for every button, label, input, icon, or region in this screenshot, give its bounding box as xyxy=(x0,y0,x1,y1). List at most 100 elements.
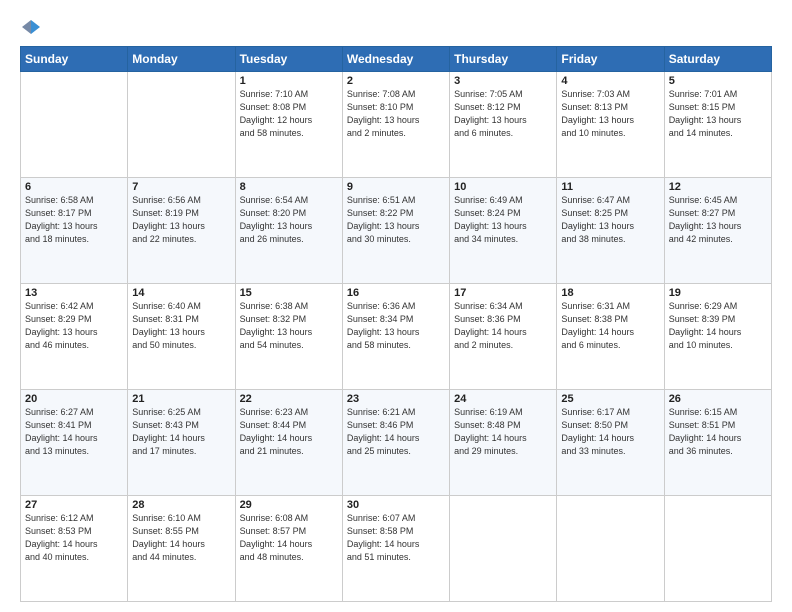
day-info: Sunrise: 6:51 AM Sunset: 8:22 PM Dayligh… xyxy=(347,194,445,246)
calendar-cell: 7Sunrise: 6:56 AM Sunset: 8:19 PM Daylig… xyxy=(128,178,235,284)
calendar-week-1: 1Sunrise: 7:10 AM Sunset: 8:08 PM Daylig… xyxy=(21,72,772,178)
day-info: Sunrise: 6:19 AM Sunset: 8:48 PM Dayligh… xyxy=(454,406,552,458)
day-number: 16 xyxy=(347,287,445,299)
day-number: 9 xyxy=(347,181,445,193)
day-info: Sunrise: 6:34 AM Sunset: 8:36 PM Dayligh… xyxy=(454,300,552,352)
day-number: 19 xyxy=(669,287,767,299)
day-header-monday: Monday xyxy=(128,47,235,72)
calendar-cell: 6Sunrise: 6:58 AM Sunset: 8:17 PM Daylig… xyxy=(21,178,128,284)
calendar-cell: 3Sunrise: 7:05 AM Sunset: 8:12 PM Daylig… xyxy=(450,72,557,178)
day-number: 27 xyxy=(25,499,123,511)
day-header-thursday: Thursday xyxy=(450,47,557,72)
day-info: Sunrise: 6:17 AM Sunset: 8:50 PM Dayligh… xyxy=(561,406,659,458)
day-info: Sunrise: 6:12 AM Sunset: 8:53 PM Dayligh… xyxy=(25,512,123,564)
calendar-cell: 24Sunrise: 6:19 AM Sunset: 8:48 PM Dayli… xyxy=(450,390,557,496)
day-info: Sunrise: 6:49 AM Sunset: 8:24 PM Dayligh… xyxy=(454,194,552,246)
calendar-week-3: 13Sunrise: 6:42 AM Sunset: 8:29 PM Dayli… xyxy=(21,284,772,390)
calendar-cell: 26Sunrise: 6:15 AM Sunset: 8:51 PM Dayli… xyxy=(664,390,771,496)
calendar-cell: 14Sunrise: 6:40 AM Sunset: 8:31 PM Dayli… xyxy=(128,284,235,390)
day-info: Sunrise: 7:03 AM Sunset: 8:13 PM Dayligh… xyxy=(561,88,659,140)
day-info: Sunrise: 7:01 AM Sunset: 8:15 PM Dayligh… xyxy=(669,88,767,140)
calendar-cell: 4Sunrise: 7:03 AM Sunset: 8:13 PM Daylig… xyxy=(557,72,664,178)
day-info: Sunrise: 6:45 AM Sunset: 8:27 PM Dayligh… xyxy=(669,194,767,246)
day-info: Sunrise: 7:08 AM Sunset: 8:10 PM Dayligh… xyxy=(347,88,445,140)
calendar-cell: 19Sunrise: 6:29 AM Sunset: 8:39 PM Dayli… xyxy=(664,284,771,390)
calendar-cell: 15Sunrise: 6:38 AM Sunset: 8:32 PM Dayli… xyxy=(235,284,342,390)
calendar-cell: 27Sunrise: 6:12 AM Sunset: 8:53 PM Dayli… xyxy=(21,496,128,602)
day-info: Sunrise: 6:10 AM Sunset: 8:55 PM Dayligh… xyxy=(132,512,230,564)
calendar-cell xyxy=(21,72,128,178)
day-info: Sunrise: 7:10 AM Sunset: 8:08 PM Dayligh… xyxy=(240,88,338,140)
page: SundayMondayTuesdayWednesdayThursdayFrid… xyxy=(0,0,792,612)
calendar-cell: 11Sunrise: 6:47 AM Sunset: 8:25 PM Dayli… xyxy=(557,178,664,284)
day-info: Sunrise: 6:27 AM Sunset: 8:41 PM Dayligh… xyxy=(25,406,123,458)
day-number: 8 xyxy=(240,181,338,193)
calendar-week-5: 27Sunrise: 6:12 AM Sunset: 8:53 PM Dayli… xyxy=(21,496,772,602)
calendar-cell: 22Sunrise: 6:23 AM Sunset: 8:44 PM Dayli… xyxy=(235,390,342,496)
day-number: 1 xyxy=(240,75,338,87)
logo-flag-icon xyxy=(22,18,40,36)
day-number: 18 xyxy=(561,287,659,299)
calendar-cell: 23Sunrise: 6:21 AM Sunset: 8:46 PM Dayli… xyxy=(342,390,449,496)
day-number: 28 xyxy=(132,499,230,511)
day-info: Sunrise: 6:29 AM Sunset: 8:39 PM Dayligh… xyxy=(669,300,767,352)
day-info: Sunrise: 6:56 AM Sunset: 8:19 PM Dayligh… xyxy=(132,194,230,246)
calendar-cell: 21Sunrise: 6:25 AM Sunset: 8:43 PM Dayli… xyxy=(128,390,235,496)
calendar-cell xyxy=(128,72,235,178)
day-number: 25 xyxy=(561,393,659,405)
calendar-cell: 16Sunrise: 6:36 AM Sunset: 8:34 PM Dayli… xyxy=(342,284,449,390)
day-info: Sunrise: 6:47 AM Sunset: 8:25 PM Dayligh… xyxy=(561,194,659,246)
day-number: 20 xyxy=(25,393,123,405)
day-number: 3 xyxy=(454,75,552,87)
day-number: 4 xyxy=(561,75,659,87)
day-number: 6 xyxy=(25,181,123,193)
day-number: 12 xyxy=(669,181,767,193)
day-number: 14 xyxy=(132,287,230,299)
day-number: 5 xyxy=(669,75,767,87)
day-number: 2 xyxy=(347,75,445,87)
day-number: 30 xyxy=(347,499,445,511)
header xyxy=(20,18,772,36)
calendar-cell: 2Sunrise: 7:08 AM Sunset: 8:10 PM Daylig… xyxy=(342,72,449,178)
calendar-cell: 20Sunrise: 6:27 AM Sunset: 8:41 PM Dayli… xyxy=(21,390,128,496)
calendar-cell: 5Sunrise: 7:01 AM Sunset: 8:15 PM Daylig… xyxy=(664,72,771,178)
logo xyxy=(20,18,40,36)
calendar-cell xyxy=(557,496,664,602)
day-info: Sunrise: 7:05 AM Sunset: 8:12 PM Dayligh… xyxy=(454,88,552,140)
calendar-cell: 13Sunrise: 6:42 AM Sunset: 8:29 PM Dayli… xyxy=(21,284,128,390)
day-info: Sunrise: 6:58 AM Sunset: 8:17 PM Dayligh… xyxy=(25,194,123,246)
day-info: Sunrise: 6:40 AM Sunset: 8:31 PM Dayligh… xyxy=(132,300,230,352)
day-number: 7 xyxy=(132,181,230,193)
day-number: 13 xyxy=(25,287,123,299)
day-info: Sunrise: 6:42 AM Sunset: 8:29 PM Dayligh… xyxy=(25,300,123,352)
day-number: 24 xyxy=(454,393,552,405)
calendar-cell: 25Sunrise: 6:17 AM Sunset: 8:50 PM Dayli… xyxy=(557,390,664,496)
day-number: 29 xyxy=(240,499,338,511)
day-number: 23 xyxy=(347,393,445,405)
day-header-friday: Friday xyxy=(557,47,664,72)
day-info: Sunrise: 6:23 AM Sunset: 8:44 PM Dayligh… xyxy=(240,406,338,458)
calendar-cell: 30Sunrise: 6:07 AM Sunset: 8:58 PM Dayli… xyxy=(342,496,449,602)
day-info: Sunrise: 6:25 AM Sunset: 8:43 PM Dayligh… xyxy=(132,406,230,458)
calendar-cell: 28Sunrise: 6:10 AM Sunset: 8:55 PM Dayli… xyxy=(128,496,235,602)
calendar-cell: 8Sunrise: 6:54 AM Sunset: 8:20 PM Daylig… xyxy=(235,178,342,284)
day-number: 11 xyxy=(561,181,659,193)
day-info: Sunrise: 6:21 AM Sunset: 8:46 PM Dayligh… xyxy=(347,406,445,458)
calendar-cell xyxy=(664,496,771,602)
calendar-cell: 9Sunrise: 6:51 AM Sunset: 8:22 PM Daylig… xyxy=(342,178,449,284)
day-number: 10 xyxy=(454,181,552,193)
day-info: Sunrise: 6:31 AM Sunset: 8:38 PM Dayligh… xyxy=(561,300,659,352)
calendar-cell: 12Sunrise: 6:45 AM Sunset: 8:27 PM Dayli… xyxy=(664,178,771,284)
day-header-row: SundayMondayTuesdayWednesdayThursdayFrid… xyxy=(21,47,772,72)
calendar-cell: 17Sunrise: 6:34 AM Sunset: 8:36 PM Dayli… xyxy=(450,284,557,390)
day-info: Sunrise: 6:07 AM Sunset: 8:58 PM Dayligh… xyxy=(347,512,445,564)
day-info: Sunrise: 6:54 AM Sunset: 8:20 PM Dayligh… xyxy=(240,194,338,246)
calendar-week-2: 6Sunrise: 6:58 AM Sunset: 8:17 PM Daylig… xyxy=(21,178,772,284)
calendar-cell: 1Sunrise: 7:10 AM Sunset: 8:08 PM Daylig… xyxy=(235,72,342,178)
day-number: 26 xyxy=(669,393,767,405)
day-header-tuesday: Tuesday xyxy=(235,47,342,72)
day-info: Sunrise: 6:36 AM Sunset: 8:34 PM Dayligh… xyxy=(347,300,445,352)
calendar-body: 1Sunrise: 7:10 AM Sunset: 8:08 PM Daylig… xyxy=(21,72,772,602)
calendar-cell: 10Sunrise: 6:49 AM Sunset: 8:24 PM Dayli… xyxy=(450,178,557,284)
day-header-sunday: Sunday xyxy=(21,47,128,72)
